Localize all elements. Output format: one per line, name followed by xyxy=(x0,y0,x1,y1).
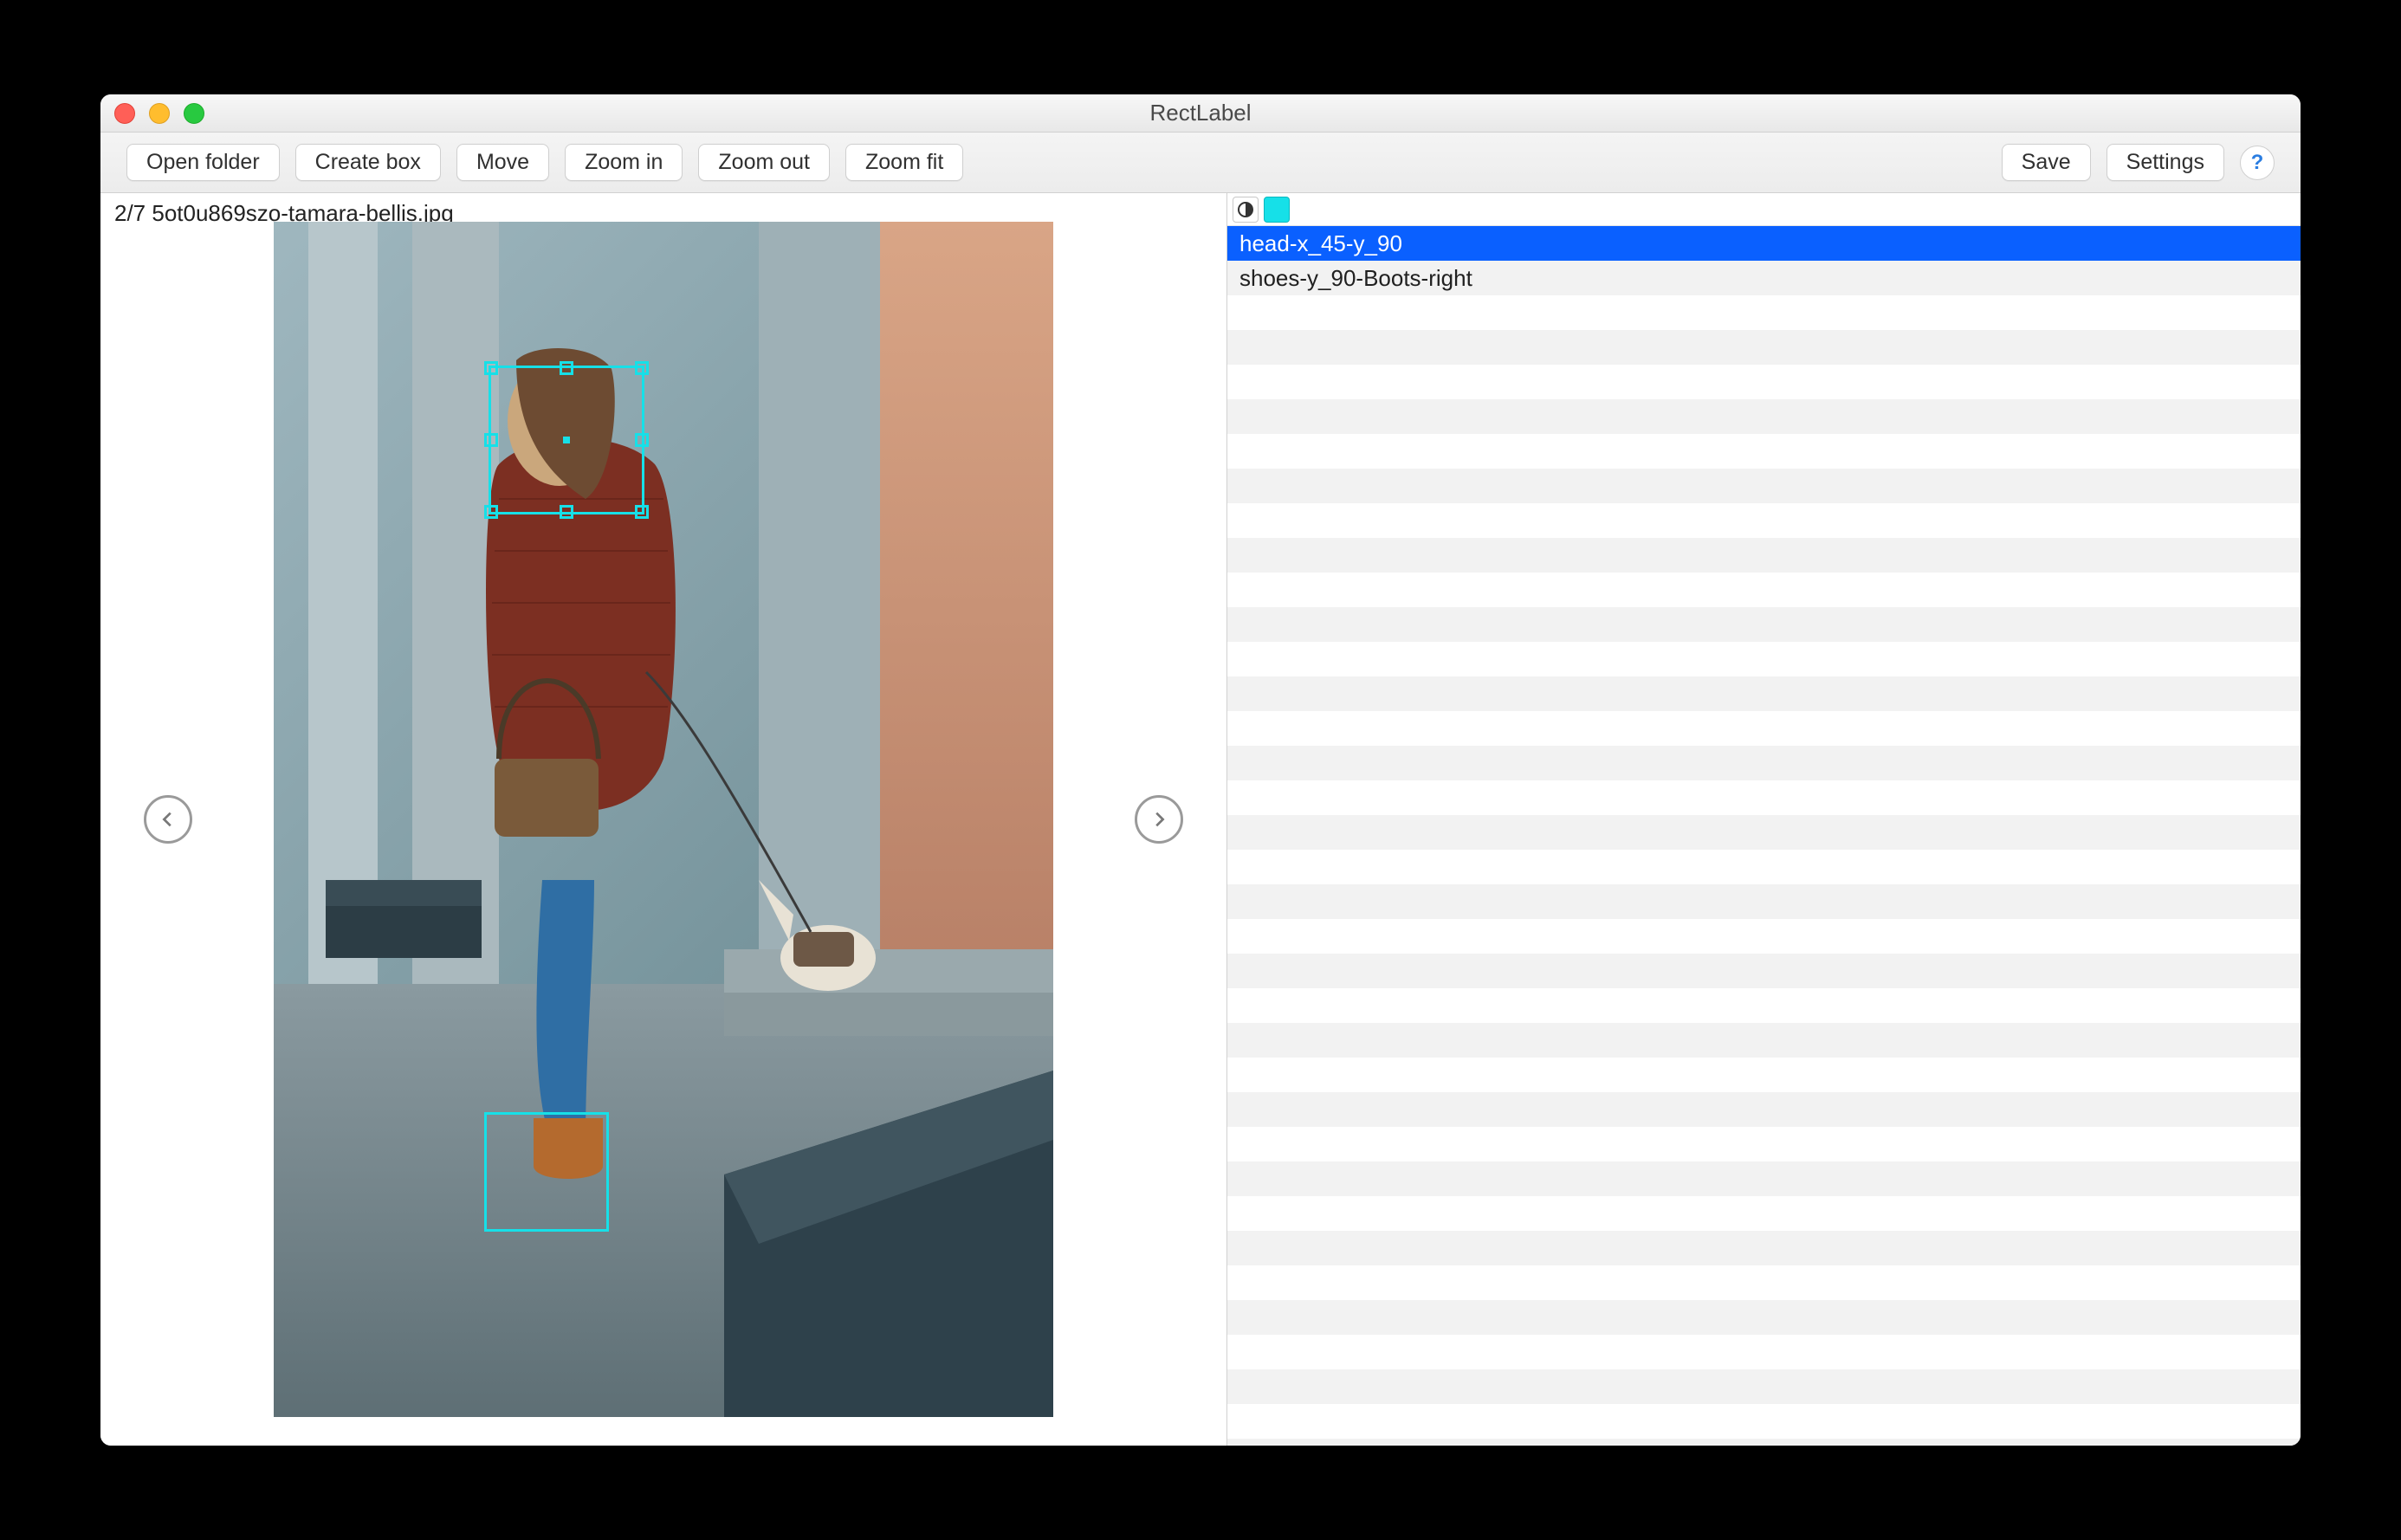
contrast-icon[interactable] xyxy=(1233,197,1259,223)
next-image-button[interactable] xyxy=(1135,795,1183,844)
move-button[interactable]: Move xyxy=(456,144,549,181)
toolbar: Open folder Create box Move Zoom in Zoom… xyxy=(100,133,2301,193)
label-row-empty xyxy=(1227,538,2301,573)
label-panel: head-x_45-y_90shoes-y_90-Boots-right xyxy=(1226,193,2301,1446)
label-row-empty xyxy=(1227,1023,2301,1058)
label-row-empty xyxy=(1227,642,2301,676)
label-list[interactable]: head-x_45-y_90shoes-y_90-Boots-right xyxy=(1227,226,2301,1446)
label-row-empty xyxy=(1227,1439,2301,1446)
label-row-empty xyxy=(1227,746,2301,780)
label-row-empty xyxy=(1227,676,2301,711)
label-row-empty xyxy=(1227,1369,2301,1404)
label-row-empty xyxy=(1227,365,2301,399)
label-tools xyxy=(1227,193,2301,226)
label-row-empty xyxy=(1227,850,2301,884)
settings-button[interactable]: Settings xyxy=(2107,144,2224,181)
label-row-empty xyxy=(1227,607,2301,642)
label-row-empty xyxy=(1227,1231,2301,1265)
titlebar: RectLabel xyxy=(100,94,2301,133)
label-row-empty xyxy=(1227,1265,2301,1300)
chevron-right-icon xyxy=(1149,810,1168,829)
prev-image-button[interactable] xyxy=(144,795,192,844)
label-row-empty xyxy=(1227,780,2301,815)
help-button[interactable]: ? xyxy=(2240,146,2275,180)
label-row-empty xyxy=(1227,434,2301,469)
label-row-empty xyxy=(1227,503,2301,538)
create-box-button[interactable]: Create box xyxy=(295,144,441,181)
label-row-empty xyxy=(1227,330,2301,365)
window-title: RectLabel xyxy=(100,100,2301,126)
open-folder-button[interactable]: Open folder xyxy=(126,144,280,181)
save-button[interactable]: Save xyxy=(2002,144,2091,181)
chevron-left-icon xyxy=(159,810,178,829)
label-row-empty xyxy=(1227,573,2301,607)
label-row-empty xyxy=(1227,884,2301,919)
label-row-empty xyxy=(1227,469,2301,503)
zoom-out-button[interactable]: Zoom out xyxy=(698,144,830,181)
label-row-empty xyxy=(1227,295,2301,330)
zoom-fit-button[interactable]: Zoom fit xyxy=(845,144,963,181)
minimize-icon[interactable] xyxy=(149,103,170,124)
label-row[interactable]: head-x_45-y_90 xyxy=(1227,226,2301,261)
label-row-empty xyxy=(1227,919,2301,954)
label-row-empty xyxy=(1227,711,2301,746)
label-row-empty xyxy=(1227,399,2301,434)
label-row[interactable]: shoes-y_90-Boots-right xyxy=(1227,261,2301,295)
label-row-empty xyxy=(1227,1335,2301,1369)
photo-placeholder xyxy=(274,222,1053,1417)
close-icon[interactable] xyxy=(114,103,135,124)
label-row-empty xyxy=(1227,1404,2301,1439)
zoom-in-button[interactable]: Zoom in xyxy=(565,144,683,181)
color-swatch-icon[interactable] xyxy=(1264,197,1290,223)
image-canvas[interactable] xyxy=(274,222,1053,1417)
label-row-empty xyxy=(1227,1161,2301,1196)
label-row-empty xyxy=(1227,1196,2301,1231)
label-row-empty xyxy=(1227,815,2301,850)
maximize-icon[interactable] xyxy=(184,103,204,124)
label-row-empty xyxy=(1227,988,2301,1023)
label-row-empty xyxy=(1227,1127,2301,1161)
label-row-empty xyxy=(1227,954,2301,988)
traffic-lights xyxy=(114,103,204,124)
app-window: RectLabel Open folder Create box Move Zo… xyxy=(100,94,2301,1446)
image-panel: 2/7 5ot0u869szo-tamara-bellis.jpg xyxy=(100,193,1226,1446)
label-row-empty xyxy=(1227,1300,2301,1335)
label-row-empty xyxy=(1227,1058,2301,1092)
content: 2/7 5ot0u869szo-tamara-bellis.jpg xyxy=(100,193,2301,1446)
label-row-empty xyxy=(1227,1092,2301,1127)
